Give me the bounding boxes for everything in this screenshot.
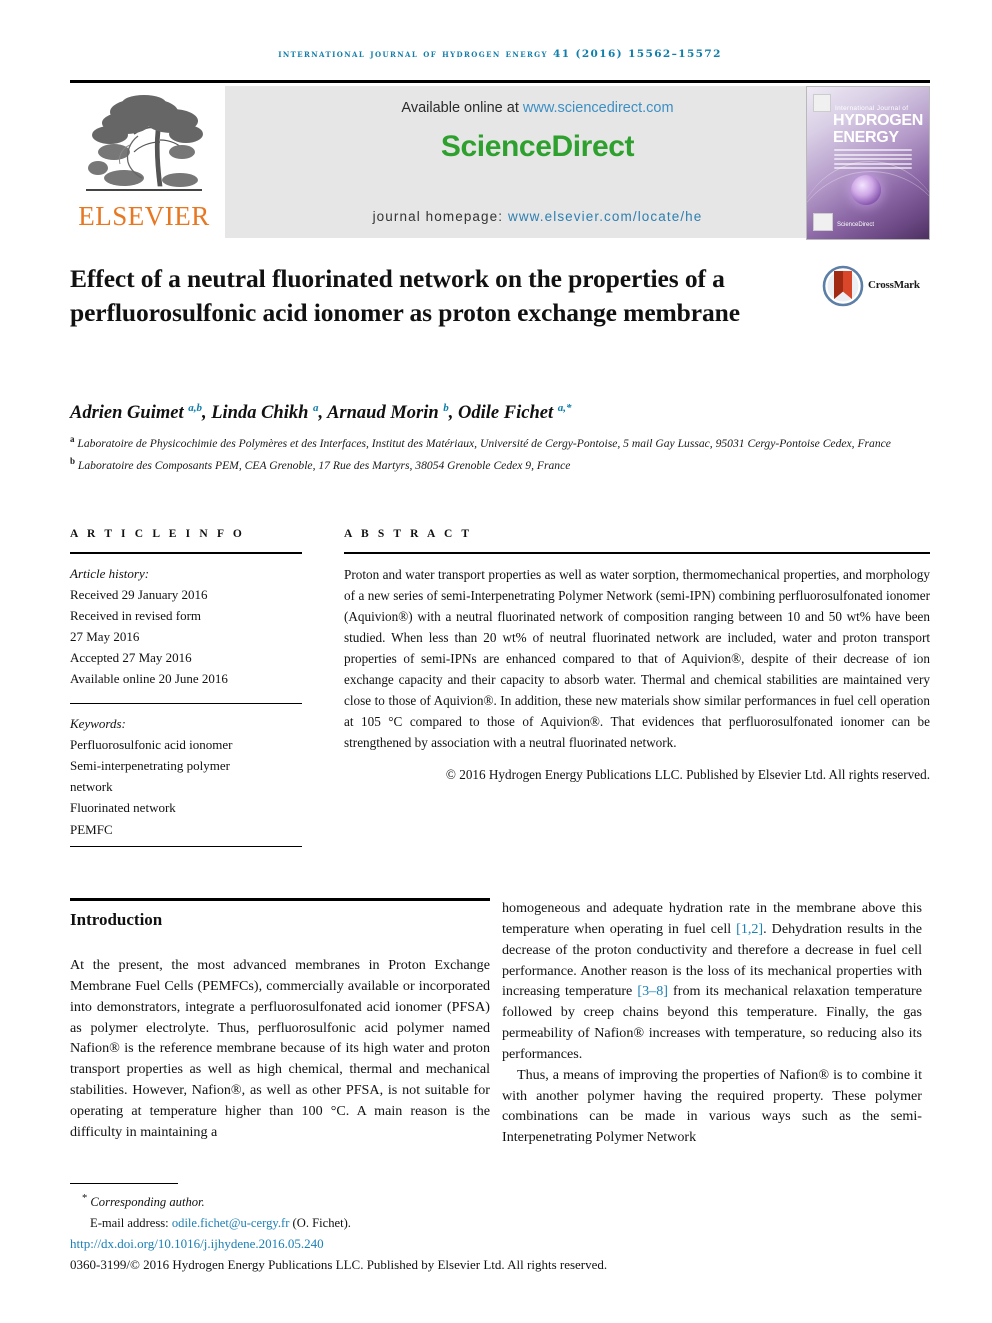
sciencedirect-panel: Available online at www.sciencedirect.co… xyxy=(225,86,850,238)
footnote-rule xyxy=(70,1183,178,1184)
article-available-online: Available online 20 June 2016 xyxy=(70,671,228,687)
keyword-item: PEMFC xyxy=(70,821,113,837)
intro-paragraph-left: At the present, the most advanced membra… xyxy=(70,957,490,1140)
affiliation-b-text: Laboratoire des Composants PEM, CEA Gren… xyxy=(77,458,571,472)
cover-sciencedirect-mark: ScienceDirect xyxy=(837,221,875,228)
corresponding-marker: * xyxy=(82,1193,88,1204)
article-history-label: Article history: xyxy=(70,566,150,581)
header-rule xyxy=(70,80,930,83)
cover-title-line1: HYDROGEN xyxy=(833,112,924,129)
corresponding-author-text: Corresponding author. xyxy=(90,1195,205,1210)
intro-paragraph-right-1: homogeneous and adequate hydration rate … xyxy=(502,898,922,1065)
body-column-left: At the present, the most advanced membra… xyxy=(70,955,490,1143)
cover-publisher-badge-icon xyxy=(813,94,831,112)
issn-copyright-line: 0360-3199/© 2016 Hydrogen Energy Publica… xyxy=(70,1257,608,1273)
crossmark-label: CrossMark xyxy=(868,279,920,291)
abstract-block: A B S T R A C T Proton and water transpo… xyxy=(344,528,930,786)
cover-orb-graphic xyxy=(851,175,881,205)
abstract-heading: A B S T R A C T xyxy=(344,528,473,540)
affiliation-a-text: Laboratoire de Physicochimie des Polymèr… xyxy=(77,436,891,450)
available-online-label: Available online at xyxy=(401,100,523,116)
article-accepted: Accepted 27 May 2016 xyxy=(70,650,192,666)
author-list: Adrien Guimet a,b, Linda Chikh a, Arnaud… xyxy=(70,402,572,424)
email-label: E-mail address: xyxy=(90,1215,172,1230)
available-online-line: Available online at www.sciencedirect.co… xyxy=(401,100,673,116)
article-revised-label: Received in revised form xyxy=(70,608,202,624)
sciencedirect-url[interactable]: www.sciencedirect.com xyxy=(523,100,674,116)
affiliations: a Laboratoire de Physicochimie des Polym… xyxy=(70,432,930,476)
journal-homepage-label: journal homepage: xyxy=(372,209,508,224)
body-column-right: homogeneous and adequate hydration rate … xyxy=(502,898,922,1148)
article-first-page: international journal of hydrogen energy… xyxy=(0,0,992,1323)
email-suffix: (O. Fichet). xyxy=(289,1215,351,1230)
keyword-item: Fluorinated network xyxy=(70,800,176,816)
citation-ref-1[interactable]: [1,2] xyxy=(736,921,763,937)
masthead: ELSEVIER Available online at www.science… xyxy=(70,86,930,240)
keywords-block: Keywords: Perfluorosulfonic acid ionomer… xyxy=(70,713,302,839)
journal-homepage-url[interactable]: www.elsevier.com/locate/he xyxy=(508,209,702,224)
running-head: international journal of hydrogen energy… xyxy=(278,48,722,60)
abstract-text: Proton and water transport properties as… xyxy=(344,567,930,750)
journal-cover-image: International Journal of HYDROGEN ENERGY… xyxy=(806,86,930,240)
corresponding-author-note: * Corresponding author. xyxy=(70,1190,930,1213)
article-info-heading: A R T I C L E I N F O xyxy=(70,528,245,540)
article-history: Article history: Received 29 January 201… xyxy=(70,563,302,689)
keyword-item: Semi-interpenetrating polymer xyxy=(70,758,230,774)
citation-ref-2[interactable]: [3–8] xyxy=(637,983,668,999)
elsevier-logo: ELSEVIER xyxy=(70,86,218,238)
doi-link[interactable]: http://dx.doi.org/10.1016/j.ijhydene.201… xyxy=(70,1233,930,1254)
keywords-label: Keywords: xyxy=(70,716,126,732)
keywords-rule xyxy=(70,703,302,705)
elsevier-tree-icon xyxy=(86,95,203,191)
cover-subtitle: International Journal of xyxy=(835,105,909,112)
cover-editor-lines xyxy=(834,149,912,172)
cover-title-line2: ENERGY xyxy=(833,129,899,146)
sciencedirect-logo[interactable]: ScienceDirect xyxy=(441,130,635,164)
article-revised-date: 27 May 2016 xyxy=(70,629,140,645)
keyword-item: network xyxy=(70,779,113,795)
intro-paragraph-right-2: Thus, a means of improving the propertie… xyxy=(502,1066,922,1146)
article-received: Received 29 January 2016 xyxy=(70,587,208,603)
cover-society-badge-icon xyxy=(813,213,833,231)
affiliation-a: a Laboratoire de Physicochimie des Polym… xyxy=(70,434,891,450)
keyword-item: Perfluorosulfonic acid ionomer xyxy=(70,737,233,753)
article-info-bottom-rule xyxy=(70,846,302,847)
footnote-block: * Corresponding author. E-mail address: … xyxy=(70,1190,930,1275)
crossmark-badge[interactable]: CrossMark xyxy=(822,265,930,311)
affiliation-b: b Laboratoire des Composants PEM, CEA Gr… xyxy=(70,455,571,472)
abstract-copyright: © 2016 Hydrogen Energy Publications LLC.… xyxy=(445,766,930,782)
introduction-heading: Introduction xyxy=(70,910,163,929)
email-line: E-mail address: odile.fichet@u-cergy.fr … xyxy=(70,1213,930,1233)
introduction-rule xyxy=(70,898,490,901)
article-info-block: A R T I C L E I N F O Article history: R… xyxy=(70,528,302,840)
journal-homepage-line: journal homepage: www.elsevier.com/locat… xyxy=(225,209,850,224)
crossmark-icon xyxy=(822,265,864,307)
elsevier-wordmark: ELSEVIER xyxy=(78,201,210,231)
article-info-rule xyxy=(70,552,302,554)
abstract-rule xyxy=(344,552,930,554)
email-address[interactable]: odile.fichet@u-cergy.fr xyxy=(172,1216,290,1230)
page-title: Effect of a neutral fluorinated network … xyxy=(70,264,740,327)
